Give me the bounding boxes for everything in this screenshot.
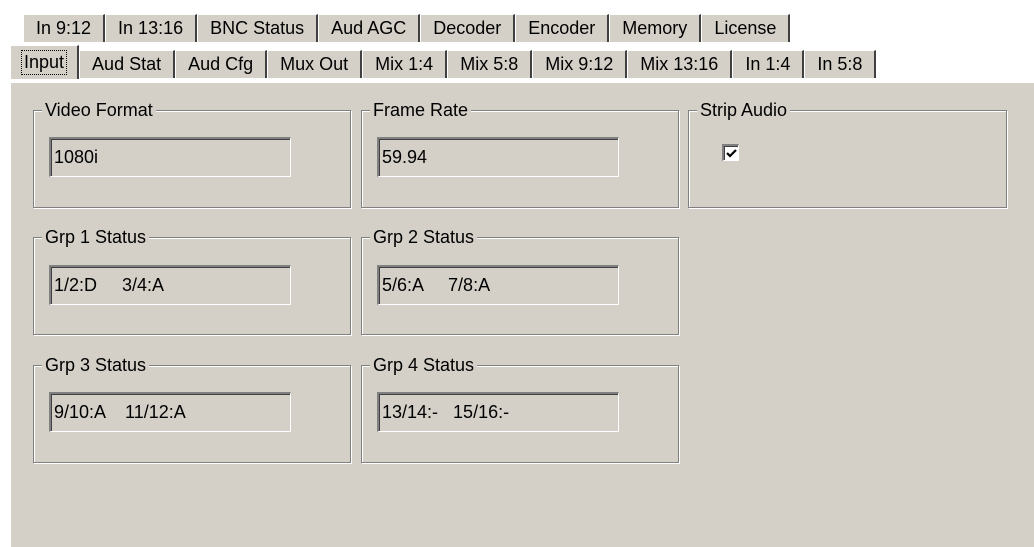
tab-label: Mix 9:12 bbox=[545, 54, 614, 74]
tab-encoder[interactable]: Encoder bbox=[515, 14, 610, 42]
tab-label: In 13:16 bbox=[118, 18, 184, 38]
tab-in-13-16[interactable]: In 13:16 bbox=[105, 14, 198, 42]
strip-audio-label: Strip Audio bbox=[697, 100, 791, 120]
tab-label: Memory bbox=[622, 18, 688, 38]
tab-mix-1-4[interactable]: Mix 1:4 bbox=[362, 50, 448, 78]
tab-mux-out[interactable]: Mux Out bbox=[267, 50, 363, 78]
tab-label: Mix 13:16 bbox=[640, 54, 719, 74]
tab-label: Aud Stat bbox=[92, 54, 162, 74]
tab-label: Input bbox=[20, 50, 68, 75]
grp-4-status-label: Grp 4 Status bbox=[370, 355, 478, 375]
tab-aud-stat[interactable]: Aud Stat bbox=[79, 50, 176, 78]
tab-row-back: In 9:12 In 13:16 BNC Status Aud AGC Deco… bbox=[23, 12, 791, 42]
tab-label: In 1:4 bbox=[745, 54, 791, 74]
grp-4-status-field: 13/14:- 15/16:- bbox=[377, 392, 619, 432]
tab-aud-agc[interactable]: Aud AGC bbox=[318, 14, 421, 42]
grp-1-status-field: 1/2:D 3/4:A bbox=[49, 265, 291, 305]
frame-rate-field: 59.94 bbox=[377, 137, 619, 177]
tab-input[interactable]: Input bbox=[10, 45, 80, 79]
tab-mix-13-16[interactable]: Mix 13:16 bbox=[627, 50, 733, 78]
tab-label: Mix 5:8 bbox=[460, 54, 519, 74]
strip-audio-group: Strip Audio bbox=[688, 100, 1007, 208]
tab-label: BNC Status bbox=[210, 18, 305, 38]
tab-mix-5-8[interactable]: Mix 5:8 bbox=[447, 50, 533, 78]
tab-row-front: Input Aud Stat Aud Cfg Mux Out Mix 1:4 M… bbox=[10, 45, 877, 79]
video-format-field: 1080i bbox=[49, 137, 291, 177]
strip-audio-checkbox[interactable] bbox=[722, 144, 739, 161]
tab-aud-cfg[interactable]: Aud Cfg bbox=[175, 50, 268, 78]
video-format-group: Video Format 1080i bbox=[33, 100, 351, 208]
input-status-window: In 9:12 In 13:16 BNC Status Aud AGC Deco… bbox=[0, 0, 1034, 547]
grp-3-status-label: Grp 3 Status bbox=[42, 355, 150, 375]
grp-2-status-group: Grp 2 Status 5/6:A 7/8:A bbox=[361, 227, 679, 335]
tab-license[interactable]: License bbox=[701, 14, 791, 42]
tab-label: In 5:8 bbox=[817, 54, 863, 74]
grp-3-status-group: Grp 3 Status 9/10:A 11/12:A bbox=[33, 355, 351, 463]
video-format-label: Video Format bbox=[42, 100, 156, 120]
tab-label: Mix 1:4 bbox=[375, 54, 434, 74]
grp-1-status-label: Grp 1 Status bbox=[42, 227, 150, 247]
tab-memory[interactable]: Memory bbox=[609, 14, 702, 42]
grp-2-status-label: Grp 2 Status bbox=[370, 227, 478, 247]
tab-label: Aud Cfg bbox=[188, 54, 254, 74]
frame-rate-label: Frame Rate bbox=[370, 100, 472, 120]
tab-in-1-4[interactable]: In 1:4 bbox=[732, 50, 805, 78]
frame-rate-group: Frame Rate 59.94 bbox=[361, 100, 679, 208]
tab-label: In 9:12 bbox=[36, 18, 92, 38]
grp-2-status-field: 5/6:A 7/8:A bbox=[377, 265, 619, 305]
grp-4-status-group: Grp 4 Status 13/14:- 15/16:- bbox=[361, 355, 679, 463]
tab-label: Encoder bbox=[528, 18, 596, 38]
tab-content-panel: Video Format 1080i Frame Rate 59.94 Stri… bbox=[10, 82, 1034, 547]
tab-in-9-12[interactable]: In 9:12 bbox=[23, 14, 106, 42]
tab-label: License bbox=[714, 18, 777, 38]
grp-3-status-field: 9/10:A 11/12:A bbox=[49, 392, 291, 432]
tab-mix-9-12[interactable]: Mix 9:12 bbox=[532, 50, 628, 78]
grp-1-status-group: Grp 1 Status 1/2:D 3/4:A bbox=[33, 227, 351, 335]
tab-label: Decoder bbox=[433, 18, 502, 38]
tab-in-5-8[interactable]: In 5:8 bbox=[804, 50, 877, 78]
tab-label: Mux Out bbox=[280, 54, 349, 74]
checkmark-icon bbox=[726, 149, 737, 158]
tab-label: Aud AGC bbox=[331, 18, 407, 38]
tab-decoder[interactable]: Decoder bbox=[420, 14, 516, 42]
tab-bnc-status[interactable]: BNC Status bbox=[197, 14, 319, 42]
